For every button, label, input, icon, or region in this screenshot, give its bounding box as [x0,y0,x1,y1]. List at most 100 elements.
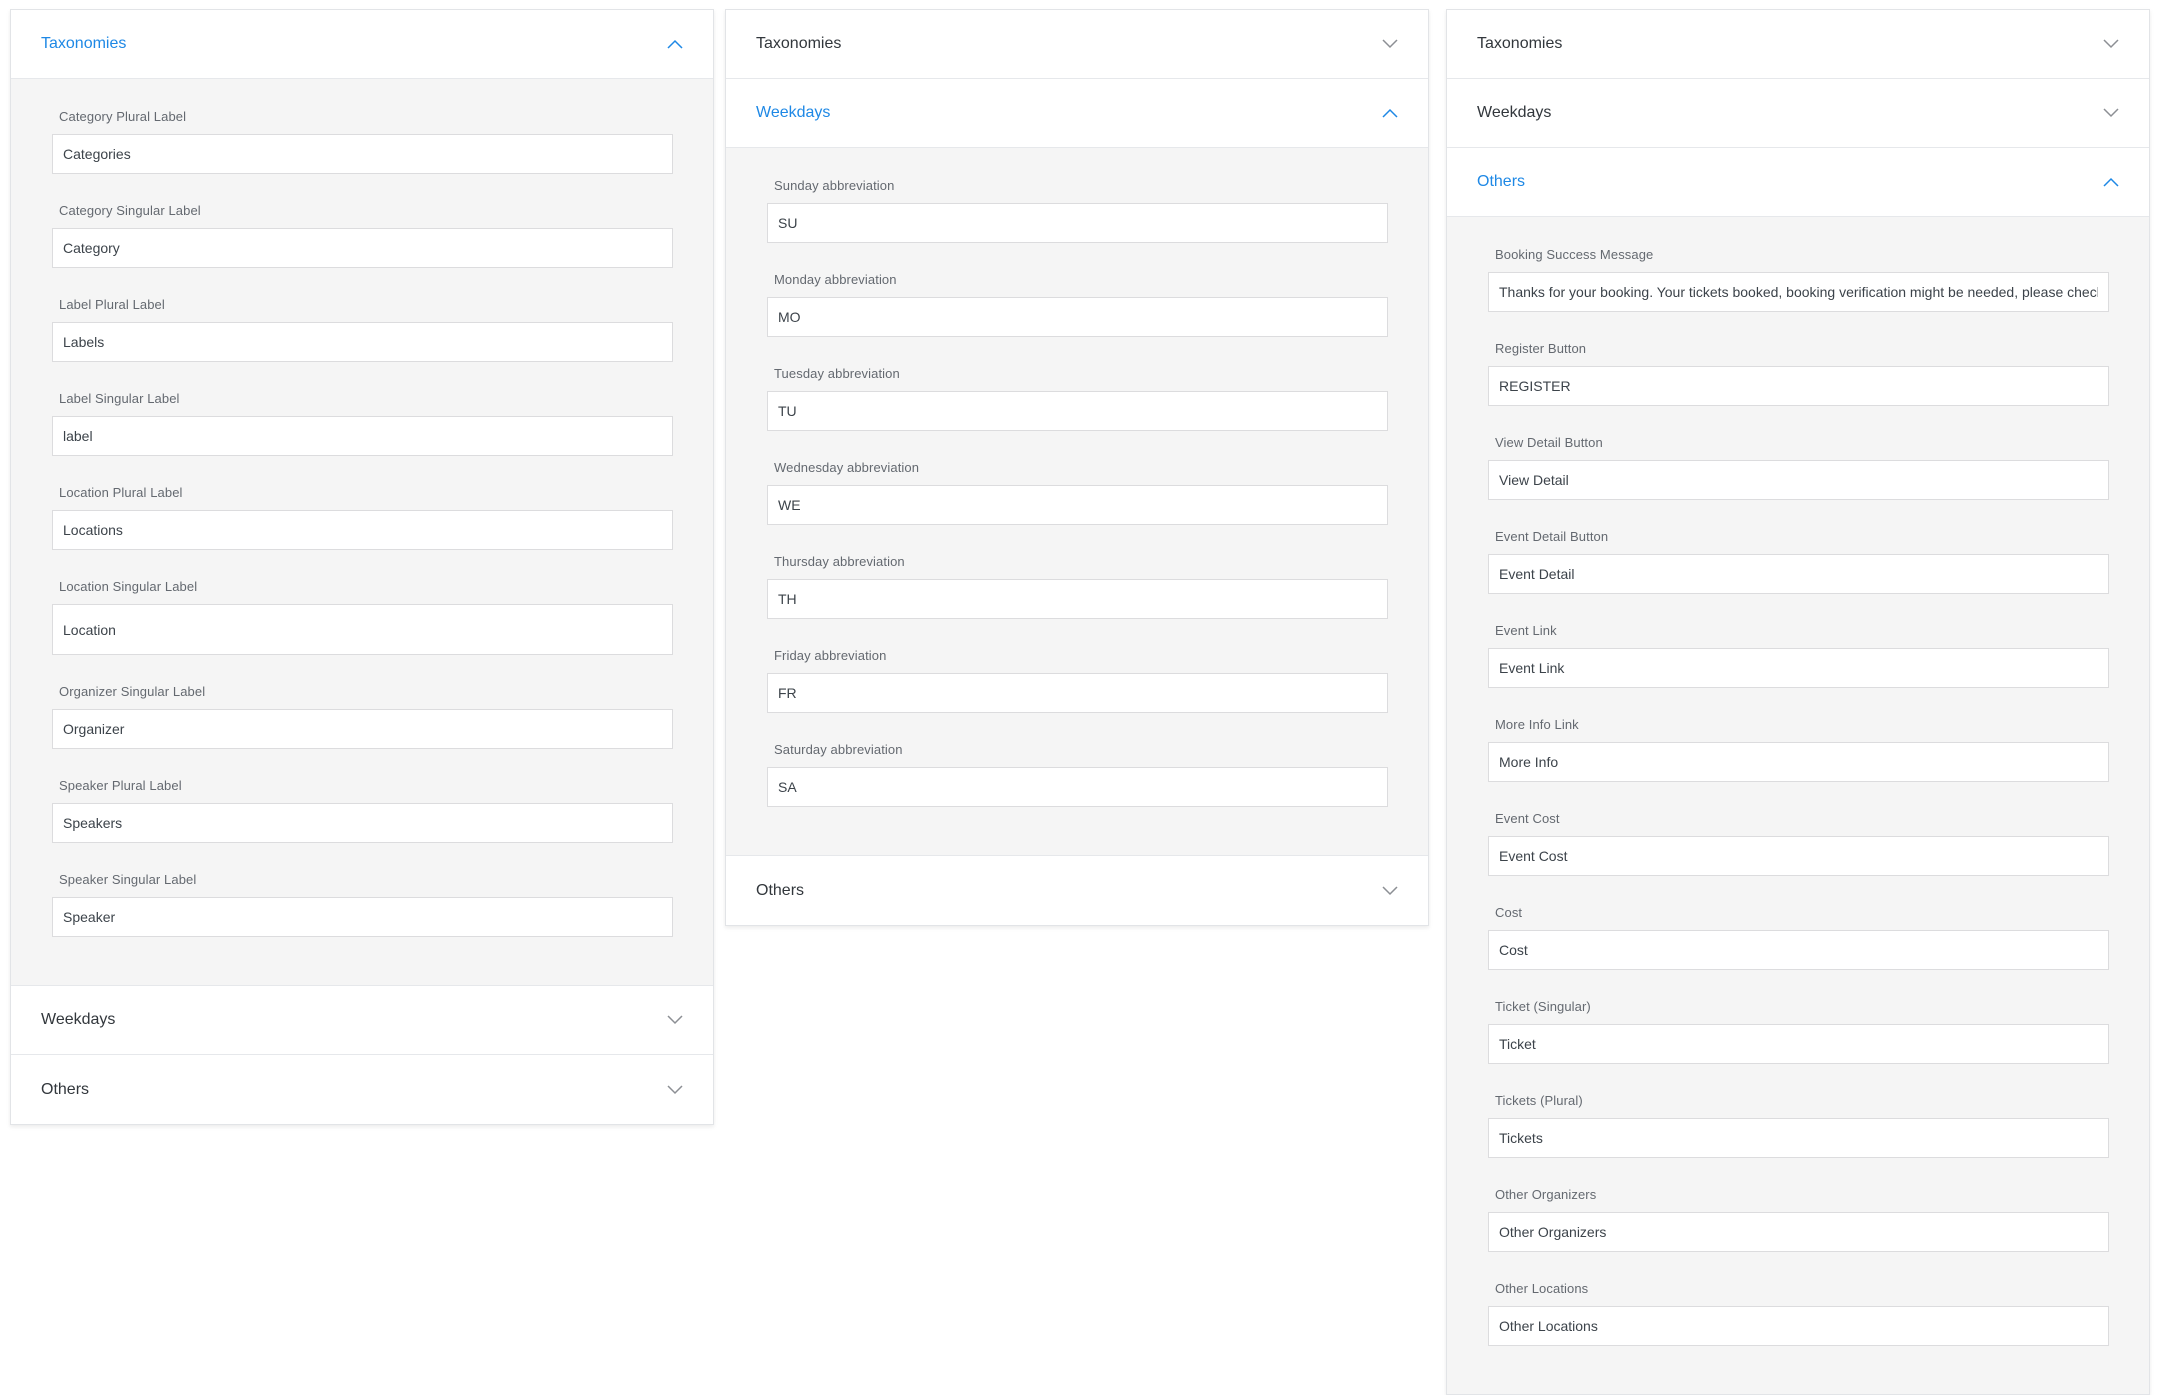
chevron-down-icon [667,1015,683,1025]
chevron-down-icon [667,1084,683,1095]
field-label: Thursday abbreviation [774,554,905,569]
location-plural-label-input[interactable] [52,510,673,550]
sunday-abbreviation-input[interactable] [767,203,1388,243]
label-plural-label-input[interactable] [52,322,673,362]
field-label: Friday abbreviation [774,648,887,663]
cost-input[interactable] [1488,930,2109,970]
form-field: Other Locations [1488,1281,2109,1346]
field-label: Other Locations [1495,1281,1589,1296]
chevron-up-icon [667,39,683,49]
form-field: Speaker Singular Label [52,872,673,937]
field-label: Wednesday abbreviation [774,460,920,475]
wednesday-abbreviation-input[interactable] [767,485,1388,525]
field-label: View Detail Button [1495,435,1603,450]
accordion-header-others[interactable]: Others [11,1055,713,1124]
field-label: Label Plural Label [59,297,165,312]
form-field: Monday abbreviation [767,272,1388,337]
monday-abbreviation-input[interactable] [767,297,1388,337]
field-label: Tuesday abbreviation [774,366,900,381]
friday-abbreviation-input[interactable] [767,673,1388,713]
tickets-plural-input[interactable] [1488,1118,2109,1158]
accordion-header-taxonomies[interactable]: Taxonomies [726,10,1428,79]
form-field: Cost [1488,905,2109,970]
accordion-header-weekdays[interactable]: Weekdays [11,986,713,1055]
field-label: Location Singular Label [59,579,198,594]
more-info-link-input[interactable] [1488,742,2109,782]
other-organizers-input[interactable] [1488,1212,2109,1252]
ticket-singular-input[interactable] [1488,1024,2109,1064]
field-label: Sunday abbreviation [774,178,895,193]
form-field: Friday abbreviation [767,648,1388,713]
chevron-down-icon [2103,108,2119,118]
chevron-up-icon [2103,177,2119,187]
accordion-title: Weekdays [756,104,831,121]
field-label: Category Singular Label [59,203,201,218]
accordion-header-others[interactable]: Others [726,856,1428,925]
form-field: Location Plural Label [52,485,673,550]
field-label: Cost [1495,905,1523,920]
event-link-input[interactable] [1488,648,2109,688]
field-label: Speaker Singular Label [59,872,197,887]
event-cost-input[interactable] [1488,836,2109,876]
accordion-header-taxonomies[interactable]: Taxonomies [11,10,713,79]
form-field: Tuesday abbreviation [767,366,1388,431]
form-field: Booking Success Message [1488,247,2109,312]
event-detail-button-input[interactable] [1488,554,2109,594]
accordion-header-weekdays[interactable]: Weekdays [1447,79,2149,148]
booking-success-message-input[interactable] [1488,272,2109,312]
accordion-header-taxonomies[interactable]: Taxonomies [1447,10,2149,79]
view-detail-button-input[interactable] [1488,460,2109,500]
accordion-body-others: Booking Success Message Register Button … [1447,217,2149,1394]
accordion-title: Taxonomies [41,35,127,52]
form-field: Tickets (Plural) [1488,1093,2109,1158]
chevron-down-icon [1382,39,1398,49]
form-field: Label Singular Label [52,391,673,456]
chevron-down-icon [1382,885,1398,896]
field-label: Ticket (Singular) [1495,999,1591,1014]
form-field: Ticket (Singular) [1488,999,2109,1064]
accordion-header-weekdays[interactable]: Weekdays [726,79,1428,148]
chevron-up-icon [1382,108,1398,118]
other-locations-input[interactable] [1488,1306,2109,1346]
category-singular-label-input[interactable] [52,228,673,268]
tuesday-abbreviation-input[interactable] [767,391,1388,431]
speaker-plural-label-input[interactable] [52,803,673,843]
field-label: Booking Success Message [1495,247,1654,262]
field-label: Register Button [1495,341,1587,356]
form-field: Event Link [1488,623,2109,688]
accordion-body-weekdays: Sunday abbreviation Monday abbreviation … [726,148,1428,856]
settings-panel-others-open: Taxonomies Weekdays Others Booking Succe… [1446,9,2150,1395]
form-field: Saturday abbreviation [767,742,1388,807]
field-label: Organizer Singular Label [59,684,206,699]
saturday-abbreviation-input[interactable] [767,767,1388,807]
form-field: Thursday abbreviation [767,554,1388,619]
form-field: Speaker Plural Label [52,778,673,843]
form-field: Wednesday abbreviation [767,460,1388,525]
form-field: Other Organizers [1488,1187,2109,1252]
settings-panel-weekdays-open: Taxonomies Weekdays Sunday abbreviation … [725,9,1429,926]
speaker-singular-label-input[interactable] [52,897,673,937]
thursday-abbreviation-input[interactable] [767,579,1388,619]
accordion-title: Weekdays [41,1011,116,1028]
field-label: Location Plural Label [59,485,183,500]
form-field: Register Button [1488,341,2109,406]
register-button-input[interactable] [1488,366,2109,406]
field-label: Event Cost [1495,811,1560,826]
category-plural-label-input[interactable] [52,134,673,174]
form-field: Category Singular Label [52,203,673,268]
accordion-title: Others [756,881,805,899]
label-singular-label-input[interactable] [52,416,673,456]
form-field: Category Plural Label [52,109,673,174]
accordion-title: Taxonomies [756,35,842,52]
form-field: Sunday abbreviation [767,178,1388,243]
form-field: More Info Link [1488,717,2109,782]
form-field: Organizer Singular Label [52,684,673,749]
organizer-singular-label-input[interactable] [52,709,673,749]
accordion-header-others[interactable]: Others [1447,148,2149,217]
field-label: Label Singular Label [59,391,180,406]
field-label: Speaker Plural Label [59,778,182,793]
accordion-title: Others [1477,173,1526,190]
location-singular-label-input[interactable] [52,604,673,655]
accordion-body-taxonomies: Category Plural Label Category Singular … [11,79,713,986]
accordion-title: Weekdays [1477,104,1552,121]
